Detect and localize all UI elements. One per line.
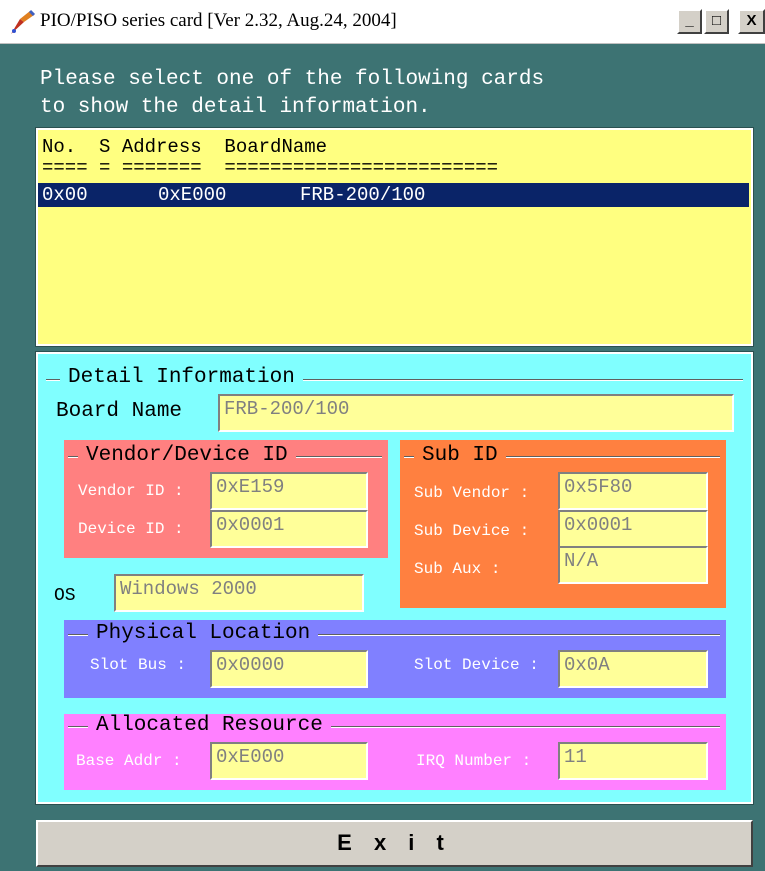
board-name-field[interactable]: FRB-200/100 (218, 394, 734, 432)
list-item-selected[interactable]: 0x00 0xE000 FRB-200/100 (38, 183, 749, 207)
os-field[interactable]: Windows 2000 (114, 574, 364, 612)
list-item-address: 0xE000 (158, 184, 227, 206)
vendor-device-legend: Vendor/Device ID (78, 445, 296, 467)
slot-bus-field[interactable]: 0x0000 (210, 650, 368, 688)
title-bar: PIO/PISO series card [Ver 2.32, Aug.24, … (0, 0, 765, 44)
allocated-resource-group: Allocated Resource Base Addr : 0xE000 IR… (64, 714, 726, 790)
list-header: No. S Address BoardName (42, 136, 328, 158)
device-id-label: Device ID : (78, 520, 184, 538)
instruction-line-1: Please select one of the following cards (40, 68, 545, 91)
close-button[interactable]: X (738, 9, 765, 34)
window-title: PIO/PISO series card [Ver 2.32, Aug.24, … (40, 10, 397, 31)
board-name-label: Board Name (56, 400, 183, 423)
vendor-id-field[interactable]: 0xE159 (210, 472, 368, 510)
maximize-button[interactable]: □ (704, 9, 729, 34)
vendor-device-group: Vendor/Device ID Vendor ID : 0xE159 Devi… (64, 440, 388, 558)
instruction-line-2: to show the detail information. (40, 96, 431, 119)
physical-location-group: Physical Location Slot Bus : 0x0000 Slot… (64, 620, 726, 698)
sub-id-legend: Sub ID (414, 445, 506, 467)
instruction-text: Please select one of the following cards… (40, 66, 544, 122)
physical-location-legend: Physical Location (88, 623, 319, 645)
sub-aux-label: Sub Aux : (414, 560, 501, 578)
irq-number-label: IRQ Number : (416, 752, 532, 770)
card-list[interactable]: No. S Address BoardName ==== = ======= =… (35, 127, 754, 347)
sub-device-field[interactable]: 0x0001 (558, 510, 708, 548)
base-addr-label: Base Addr : (76, 752, 182, 770)
sub-aux-field[interactable]: N/A (558, 546, 708, 584)
os-label: OS (54, 586, 76, 606)
sub-vendor-field[interactable]: 0x5F80 (558, 472, 708, 510)
sub-device-label: Sub Device : (414, 522, 530, 540)
slot-bus-label: Slot Bus : (90, 656, 187, 674)
slot-device-label: Slot Device : (414, 656, 539, 674)
app-icon (11, 9, 36, 34)
irq-number-field[interactable]: 11 (558, 742, 708, 780)
vendor-id-label: Vendor ID : (78, 482, 184, 500)
exit-button[interactable]: E x i t (36, 820, 753, 867)
list-separator: ==== = ======= ======================== (42, 157, 499, 179)
sub-vendor-label: Sub Vendor : (414, 484, 530, 502)
list-item-no: 0x00 (42, 184, 88, 206)
detail-panel: Detail Information Board Name FRB-200/10… (35, 351, 754, 805)
minimize-button[interactable]: _ (677, 9, 702, 34)
detail-legend: Detail Information (60, 367, 303, 389)
list-item-board-name: FRB-200/100 (300, 184, 426, 206)
base-addr-field[interactable]: 0xE000 (210, 742, 368, 780)
slot-device-field[interactable]: 0x0A (558, 650, 708, 688)
allocated-resource-legend: Allocated Resource (88, 715, 331, 737)
sub-id-group: Sub ID Sub Vendor : 0x5F80 Sub Device : … (400, 440, 726, 608)
device-id-field[interactable]: 0x0001 (210, 510, 368, 548)
